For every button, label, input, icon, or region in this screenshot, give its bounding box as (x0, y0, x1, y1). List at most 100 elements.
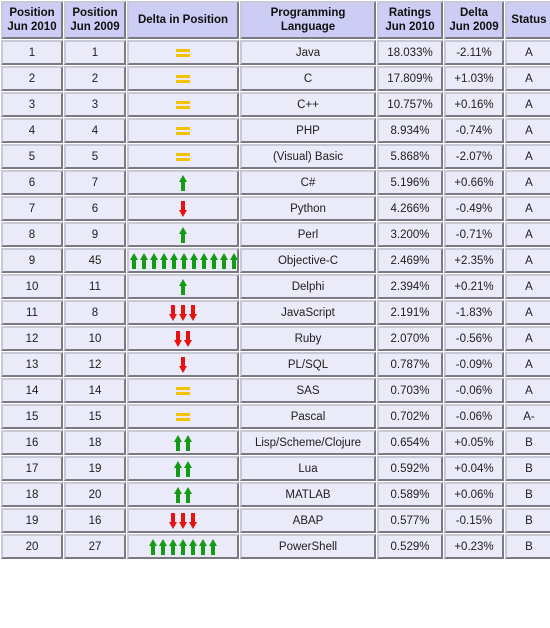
cell-position-old: 27 (64, 534, 126, 559)
cell-language: SAS (240, 378, 376, 403)
cell-position-new: 15 (1, 404, 63, 429)
table-row: 20 27 PowerShell 0.529% +0.23% B (1, 534, 550, 559)
column-header-line1: Status (511, 14, 547, 26)
cell-position-old: 7 (64, 170, 126, 195)
cell-status: B (505, 430, 550, 455)
arrow-up-icon (139, 252, 149, 269)
cell-position-new: 1 (1, 40, 63, 65)
cell-delta-ratings: +0.04% (444, 456, 504, 481)
arrow-up-icon (219, 252, 229, 269)
table-row: 5 5 (Visual) Basic 5.868% -2.07% A (1, 144, 550, 169)
cell-delta-ratings: -0.74% (444, 118, 504, 143)
cell-status: A (505, 92, 550, 117)
arrow-down-icon (178, 304, 188, 321)
cell-delta-position (127, 66, 239, 91)
cell-status: A (505, 144, 550, 169)
table-row: 19 16 ABAP 0.577% -0.15% B (1, 508, 550, 533)
column-header-delta-ratings: Delta Jun 2009 (444, 1, 504, 39)
column-header-line2: Jun 2009 (449, 21, 499, 33)
cell-language: JavaScript (240, 300, 376, 325)
cell-delta-ratings: +0.06% (444, 482, 504, 507)
arrow-up-icon (178, 278, 188, 295)
cell-position-old: 18 (64, 430, 126, 455)
cell-position-old: 3 (64, 92, 126, 117)
cell-ratings: 2.070% (377, 326, 443, 351)
arrow-up-icon (173, 434, 183, 451)
cell-delta-ratings: +2.35% (444, 248, 504, 273)
cell-position-old: 4 (64, 118, 126, 143)
cell-language: Ruby (240, 326, 376, 351)
arrow-down-icon (188, 512, 198, 529)
column-header-line1: Position (9, 7, 55, 19)
table-row: 2 2 C 17.809% +1.03% A (1, 66, 550, 91)
cell-delta-ratings: -2.07% (444, 144, 504, 169)
arrow-down-icon (178, 200, 188, 217)
cell-position-old: 9 (64, 222, 126, 247)
arrow-down-icon (188, 304, 198, 321)
column-header-line2: Jun 2009 (70, 21, 120, 33)
equals-icon (176, 99, 190, 111)
cell-delta-position (127, 300, 239, 325)
cell-delta-ratings: +0.16% (444, 92, 504, 117)
equals-icon (176, 73, 190, 85)
cell-status: A- (505, 404, 550, 429)
arrow-up-icon (188, 538, 198, 555)
table-header: Position Jun 2010 Position Jun 2009 Delt… (1, 1, 550, 39)
column-header-line1: Position (72, 7, 118, 19)
cell-position-old: 12 (64, 352, 126, 377)
arrow-up-icon (173, 460, 183, 477)
cell-position-new: 7 (1, 196, 63, 221)
arrow-up-icon (168, 538, 178, 555)
cell-language: C# (240, 170, 376, 195)
table-row: 13 12 PL/SQL 0.787% -0.09% A (1, 352, 550, 377)
arrow-down-icon (183, 330, 193, 347)
cell-ratings: 2.469% (377, 248, 443, 273)
cell-position-old: 10 (64, 326, 126, 351)
cell-delta-ratings: +0.21% (444, 274, 504, 299)
column-header-delta-position: Delta in Position (127, 1, 239, 39)
cell-delta-position (127, 456, 239, 481)
equals-icon (176, 411, 190, 423)
arrow-up-icon (149, 252, 159, 269)
arrow-up-icon (178, 226, 188, 243)
cell-delta-ratings: +0.23% (444, 534, 504, 559)
cell-ratings: 17.809% (377, 66, 443, 91)
equals-icon (176, 385, 190, 397)
cell-delta-position (127, 378, 239, 403)
cell-language: Python (240, 196, 376, 221)
cell-position-old: 5 (64, 144, 126, 169)
arrow-up-icon (229, 252, 239, 269)
cell-status: A (505, 66, 550, 91)
column-header-line2: Jun 2010 (385, 21, 435, 33)
cell-position-new: 4 (1, 118, 63, 143)
cell-language: C (240, 66, 376, 91)
cell-delta-position (127, 92, 239, 117)
cell-ratings: 3.200% (377, 222, 443, 247)
table-row: 7 6 Python 4.266% -0.49% A (1, 196, 550, 221)
table-row: 11 8 JavaScript 2.191% -1.83% A (1, 300, 550, 325)
cell-ratings: 0.702% (377, 404, 443, 429)
arrow-up-icon (198, 538, 208, 555)
cell-language: PL/SQL (240, 352, 376, 377)
table-row: 16 18 Lisp/Scheme/Clojure 0.654% +0.05% B (1, 430, 550, 455)
column-header-line1: Ratings (388, 7, 432, 19)
cell-language: Objective-C (240, 248, 376, 273)
arrow-up-icon (129, 252, 139, 269)
equals-icon (176, 125, 190, 137)
column-header-position-new: Position Jun 2010 (1, 1, 63, 39)
arrow-up-icon (208, 538, 218, 555)
cell-delta-position (127, 326, 239, 351)
cell-position-new: 6 (1, 170, 63, 195)
cell-position-old: 20 (64, 482, 126, 507)
cell-position-old: 14 (64, 378, 126, 403)
arrow-up-icon (148, 538, 158, 555)
cell-delta-ratings: -0.49% (444, 196, 504, 221)
arrow-up-icon (158, 538, 168, 555)
cell-ratings: 0.703% (377, 378, 443, 403)
cell-position-new: 5 (1, 144, 63, 169)
cell-language: Pascal (240, 404, 376, 429)
column-header-line1: Delta (459, 7, 489, 19)
cell-delta-position (127, 482, 239, 507)
cell-position-old: 45 (64, 248, 126, 273)
cell-ratings: 18.033% (377, 40, 443, 65)
